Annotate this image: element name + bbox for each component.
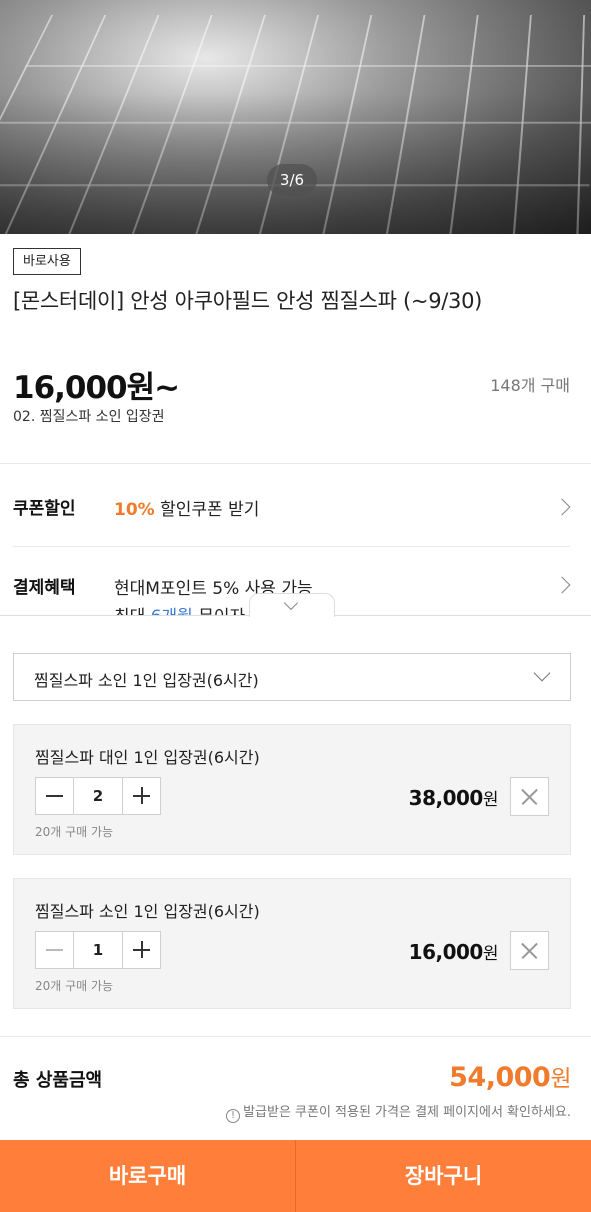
action-bar: 바로구매 장바구니 [0,1140,591,1212]
coupon-notice: ! 발급받은 쿠폰이 적용된 가격은 결제 페이지에서 확인하세요. [226,1101,571,1123]
item-price: 38,000원 [408,786,499,810]
quantity-value[interactable]: 2 [74,778,122,814]
total-price: 54,000원 [449,1062,571,1093]
row-divider [13,546,570,547]
total-divider [0,1036,591,1037]
minus-icon [46,949,63,951]
option-select-value: 찜질스파 소인 1인 입장권(6시간) [34,671,259,690]
selected-item: 찜질스파 소인 1인 입장권(6시간) 1 20개 구매 가능 16,000원 [13,878,571,1009]
remove-item-button[interactable] [510,931,549,970]
quantity-value[interactable]: 1 [74,932,122,968]
minus-icon [46,795,63,797]
item-price: 16,000원 [408,940,499,964]
image-shade [0,0,591,234]
sheet-collapse-handle[interactable] [249,593,335,617]
purchase-count: 148개 구매 [490,376,570,395]
plus-button[interactable] [122,778,160,814]
product-price: 16,000원~ [13,370,180,406]
selected-item: 찜질스파 대인 1인 입장권(6시간) 2 20개 구매 가능 38,000원 [13,724,571,855]
product-image[interactable]: 3/6 [0,0,591,234]
minus-button[interactable] [36,778,74,814]
plus-button[interactable] [122,932,160,968]
item-name: 찜질스파 소인 1인 입장권(6시간) [35,902,260,921]
selected-option-name: 02. 찜질스파 소인 입장권 [13,409,165,425]
chevron-down-icon [533,664,551,682]
coupon-text: 10% 할인쿠폰 받기 [114,495,259,520]
remove-item-button[interactable] [510,777,549,816]
quantity-stepper: 1 [35,931,161,969]
coupon-discount-rate: 10% [114,500,155,520]
image-counter: 3/6 [267,164,317,196]
coupon-download-text: 할인쿠폰 받기 [154,500,260,520]
coupon-label: 쿠폰할인 [13,499,76,519]
chevron-right-icon [553,576,571,594]
section-divider [0,463,591,464]
info-icon: ! [226,1109,241,1123]
minus-button[interactable] [36,932,74,968]
instant-use-badge: 바로사용 [13,248,81,275]
available-count: 20개 구매 가능 [35,979,114,993]
buy-now-button[interactable]: 바로구매 [0,1140,296,1212]
available-count: 20개 구매 가능 [35,825,114,839]
add-to-cart-button[interactable]: 장바구니 [296,1140,591,1212]
option-select[interactable]: 찜질스파 소인 1인 입장권(6시간) [13,653,571,701]
quantity-stepper: 2 [35,777,161,815]
chevron-right-icon [553,498,571,516]
total-label: 총 상품금액 [13,1070,103,1091]
payment-benefit-label: 결제혜택 [13,578,76,598]
product-title: [몬스터데이] 안성 아쿠아필드 안성 찜질스파 (~9/30) [13,289,483,313]
chevron-down-icon [283,595,299,611]
item-name: 찜질스파 대인 1인 입장권(6시간) [35,748,260,767]
